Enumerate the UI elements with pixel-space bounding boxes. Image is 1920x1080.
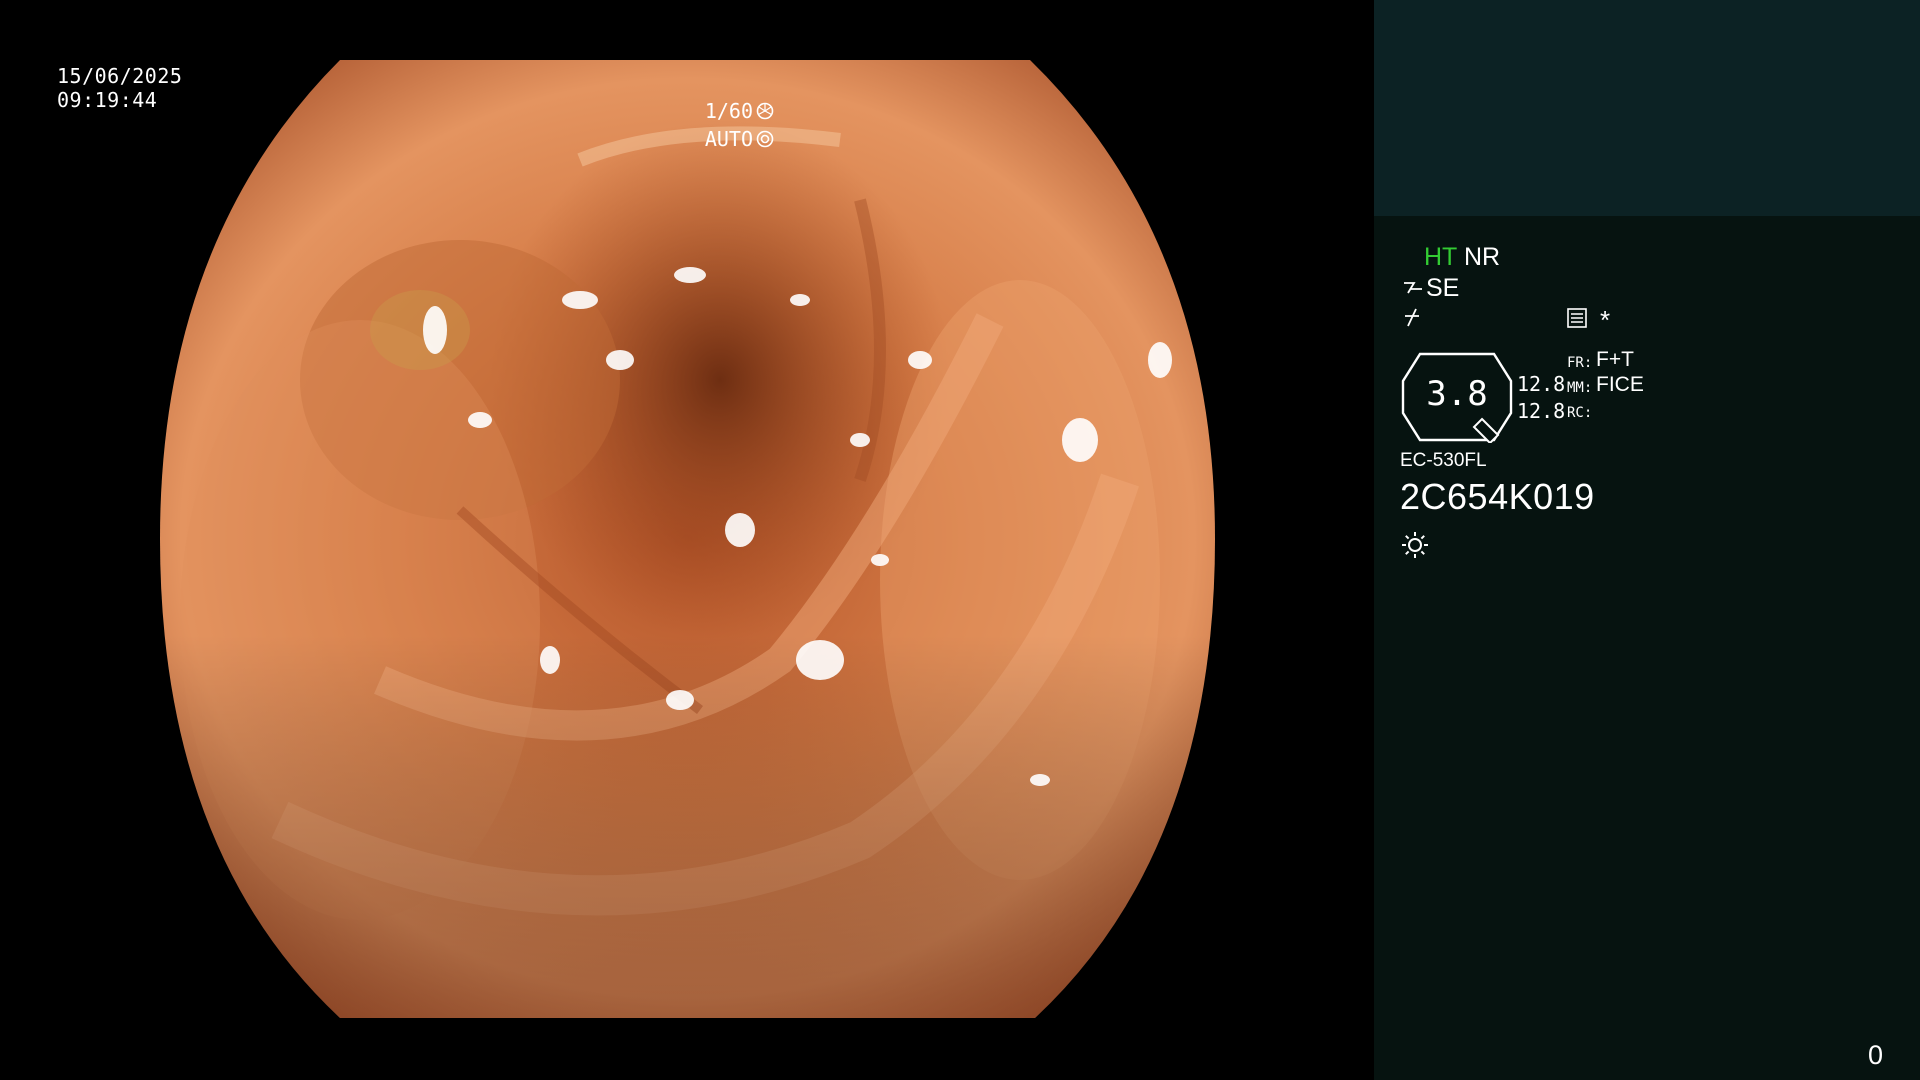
mm-value: FICE [1596, 373, 1644, 396]
parameter-value-1: 12.8 [1517, 372, 1566, 396]
date-readout: 15/06/2025 [57, 64, 183, 88]
settings-list-icon [1567, 308, 1587, 328]
scope-serial: 2C654K019 [1400, 476, 1595, 517]
fr-label: FR: [1567, 355, 1593, 371]
enhancement-icon [1404, 281, 1422, 293]
ht-indicator: HT [1424, 243, 1458, 271]
info-panel-header [1374, 0, 1920, 216]
time-readout: 09:19:44 [57, 88, 158, 112]
shutter-speed-row: 1/60 [705, 99, 774, 123]
shutter-icon [756, 102, 774, 120]
structure-enhancement-row: SE [1402, 274, 1459, 303]
parameter-value-2: 12.8 [1517, 399, 1566, 423]
iris-mode-value: AUTO [704, 127, 753, 151]
light-source-icon [1402, 532, 1428, 558]
se-label: SE [1426, 274, 1460, 302]
rc-label: RC: [1567, 405, 1593, 421]
frame-counter: 0 [1868, 1040, 1884, 1070]
iris-icon [756, 130, 774, 148]
shutter-speed-value: 1/60 [704, 99, 753, 123]
mm-label: MM: [1567, 380, 1593, 396]
endoscopic-view [160, 60, 1215, 1018]
gamma-icon [1405, 308, 1419, 327]
iris-mode-row: AUTO [705, 127, 774, 151]
fr-value: F+T [1596, 348, 1634, 371]
endoscope-video-area: 15/06/2025 09:19:44 1/60 AUTO [0, 0, 1374, 1080]
scope-model: EC-530FL [1400, 450, 1487, 471]
star-icon: * [1600, 305, 1611, 335]
nr-indicator: NR [1464, 243, 1501, 271]
zoom-value: 3.8 [1426, 374, 1488, 414]
